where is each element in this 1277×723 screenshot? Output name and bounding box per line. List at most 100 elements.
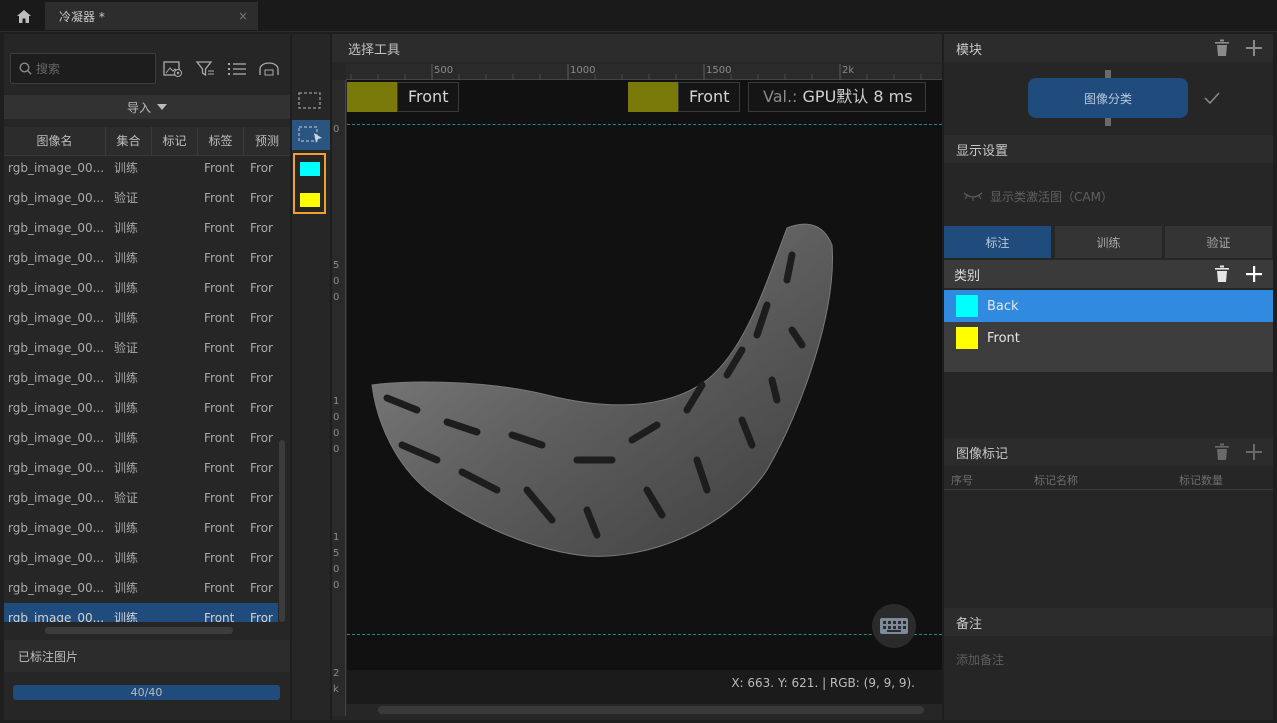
list-view-icon[interactable] <box>224 56 250 82</box>
ruler-left-label: 0 <box>333 276 340 287</box>
rectangle-select-tool[interactable] <box>297 90 323 112</box>
tag-cell: Front <box>204 161 235 175</box>
table-row[interactable]: rgb_image_00... 验证 Front Fror <box>4 483 278 513</box>
column-header-set[interactable]: 集合 <box>106 127 152 156</box>
close-tab-icon[interactable]: × <box>238 9 248 23</box>
inspection-image[interactable] <box>347 80 942 670</box>
front-class-swatch[interactable] <box>300 193 320 207</box>
image-name-cell: rgb_image_00... <box>8 251 105 265</box>
tag-cell: Front <box>204 251 235 265</box>
delete-mark-icon[interactable] <box>1209 439 1235 465</box>
display-settings-header: 显示设置 <box>944 135 1273 163</box>
image-name-cell: rgb_image_00... <box>8 281 105 295</box>
table-row[interactable]: rgb_image_00... 训练 Front Fror <box>4 423 278 453</box>
canvas-title: 选择工具 <box>348 42 401 58</box>
cam-label: 显示类激活图（CAM） <box>990 189 1113 204</box>
table-row[interactable]: rgb_image_00... 训练 Front Fror <box>4 156 278 183</box>
module-connector <box>1105 70 1111 78</box>
column-header-label[interactable]: 标签 <box>198 127 244 156</box>
table-row[interactable]: rgb_image_00... 训练 Front Fror <box>4 393 278 423</box>
image-settings-icon[interactable] <box>160 56 186 82</box>
column-header-prediction[interactable]: 预测 <box>244 127 290 156</box>
set-cell: 训练 <box>114 371 139 385</box>
notes-header: 备注 <box>944 608 1273 636</box>
image-name-cell: rgb_image_00... <box>8 191 105 205</box>
left-ruler: 0 5 0 0 1 0 0 0 1 5 0 0 2 k <box>332 80 346 716</box>
add-mark-icon[interactable] <box>1241 439 1267 465</box>
module-section-header: 模块 <box>944 34 1273 62</box>
table-row[interactable]: rgb_image_00... 训练 Front Fror <box>4 453 278 483</box>
project-tab[interactable]: 冷凝器 * × <box>45 2 258 30</box>
ruler-left-label: 2 <box>333 668 340 679</box>
table-row[interactable]: rgb_image_00... 训练 Front Fror <box>4 363 278 393</box>
back-class-swatch[interactable] <box>300 162 320 176</box>
label-color-chip <box>628 82 678 112</box>
notes-input[interactable]: 添加备注 <box>956 651 1004 668</box>
prediction-cell: Fror <box>250 551 273 565</box>
table-row[interactable]: rgb_image_00... 训练 Front Fror <box>4 513 278 543</box>
table-row[interactable]: rgb_image_00... 训练 Front Fror <box>4 573 278 603</box>
tab-validate[interactable]: 验证 <box>1165 226 1272 258</box>
ruler-left-label: 0 <box>333 292 340 303</box>
table-row[interactable]: rgb_image_00... 训练 Front Fror <box>4 303 278 333</box>
column-header-index: 序号 <box>951 474 973 487</box>
table-row[interactable]: rgb_image_00... 验证 Front Fror <box>4 183 278 213</box>
ruler-top-label: 500 <box>434 65 454 76</box>
canvas-header: 选择工具 <box>332 34 942 62</box>
table-vertical-scrollbar[interactable] <box>279 440 285 622</box>
tag-cell: Front <box>204 431 235 445</box>
image-name-cell: rgb_image_00... <box>8 581 105 595</box>
set-cell: 训练 <box>114 281 139 295</box>
keyboard-shortcuts-button[interactable] <box>872 604 916 648</box>
search-input[interactable]: 搜索 <box>10 53 156 84</box>
set-cell: 训练 <box>114 461 139 475</box>
image-name-cell: rgb_image_00... <box>8 431 105 445</box>
module-connector <box>1105 118 1111 126</box>
prediction-label: Front <box>628 82 741 112</box>
table-horizontal-scrollbar[interactable] <box>45 627 233 634</box>
tag-cell: Front <box>204 371 235 385</box>
dashed-rectangle-icon <box>298 92 321 109</box>
home-icon[interactable] <box>8 6 40 26</box>
table-row[interactable]: rgb_image_00... 训练 Front Fror <box>4 603 278 622</box>
column-header-name[interactable]: 图像名 <box>4 127 106 156</box>
table-row[interactable]: rgb_image_00... 训练 Front Fror <box>4 273 278 303</box>
ruler-left-label: k <box>333 684 339 695</box>
import-button[interactable]: 导入 <box>4 95 290 119</box>
image-classification-module[interactable]: 图像分类 <box>1028 78 1188 118</box>
table-row[interactable]: rgb_image_00... 验证 Front Fror <box>4 333 278 363</box>
set-cell: 训练 <box>114 611 139 622</box>
set-cell: 训练 <box>114 431 139 445</box>
add-module-icon[interactable] <box>1241 35 1267 61</box>
select-tool-button[interactable] <box>292 120 330 150</box>
prediction-cell: Fror <box>250 311 273 325</box>
image-marks-columns: 序号 标记名称 标记数量 <box>944 470 1273 490</box>
filter-icon[interactable] <box>192 56 218 82</box>
canvas-horizontal-scrollbar[interactable] <box>378 706 924 714</box>
table-row[interactable]: rgb_image_00... 训练 Front Fror <box>4 543 278 573</box>
tag-cell: Front <box>204 221 235 235</box>
prediction-cell: Fror <box>250 371 273 385</box>
delete-module-icon[interactable] <box>1209 35 1235 61</box>
add-class-icon[interactable] <box>1241 261 1267 287</box>
set-cell: 训练 <box>114 161 139 175</box>
ruler-left-label: 0 <box>333 580 340 591</box>
table-row[interactable]: rgb_image_00... 训练 Front Fror <box>4 243 278 273</box>
delete-class-icon[interactable] <box>1209 261 1235 287</box>
class-name: Back <box>987 298 1019 314</box>
image-name-cell: rgb_image_00... <box>8 551 105 565</box>
column-header-mark[interactable]: 标记 <box>152 127 198 156</box>
search-placeholder: 搜索 <box>36 62 61 76</box>
class-list: Back Front <box>944 290 1273 372</box>
cam-toggle[interactable]: 显示类激活图（CAM） <box>962 186 1162 206</box>
label-color-chip <box>347 82 397 112</box>
class-item-front[interactable]: Front <box>944 322 1273 354</box>
table-row[interactable]: rgb_image_00... 训练 Front Fror <box>4 213 278 243</box>
tab-annotate[interactable]: 标注 <box>944 226 1051 258</box>
image-name-cell: rgb_image_00... <box>8 371 105 385</box>
validation-value: GPU默认 8 ms <box>802 87 913 106</box>
tab-train[interactable]: 训练 <box>1055 226 1162 258</box>
class-item-back[interactable]: Back <box>944 290 1273 322</box>
ruler-left-label: 0 <box>333 444 340 455</box>
camera-capture-icon[interactable] <box>256 56 282 82</box>
